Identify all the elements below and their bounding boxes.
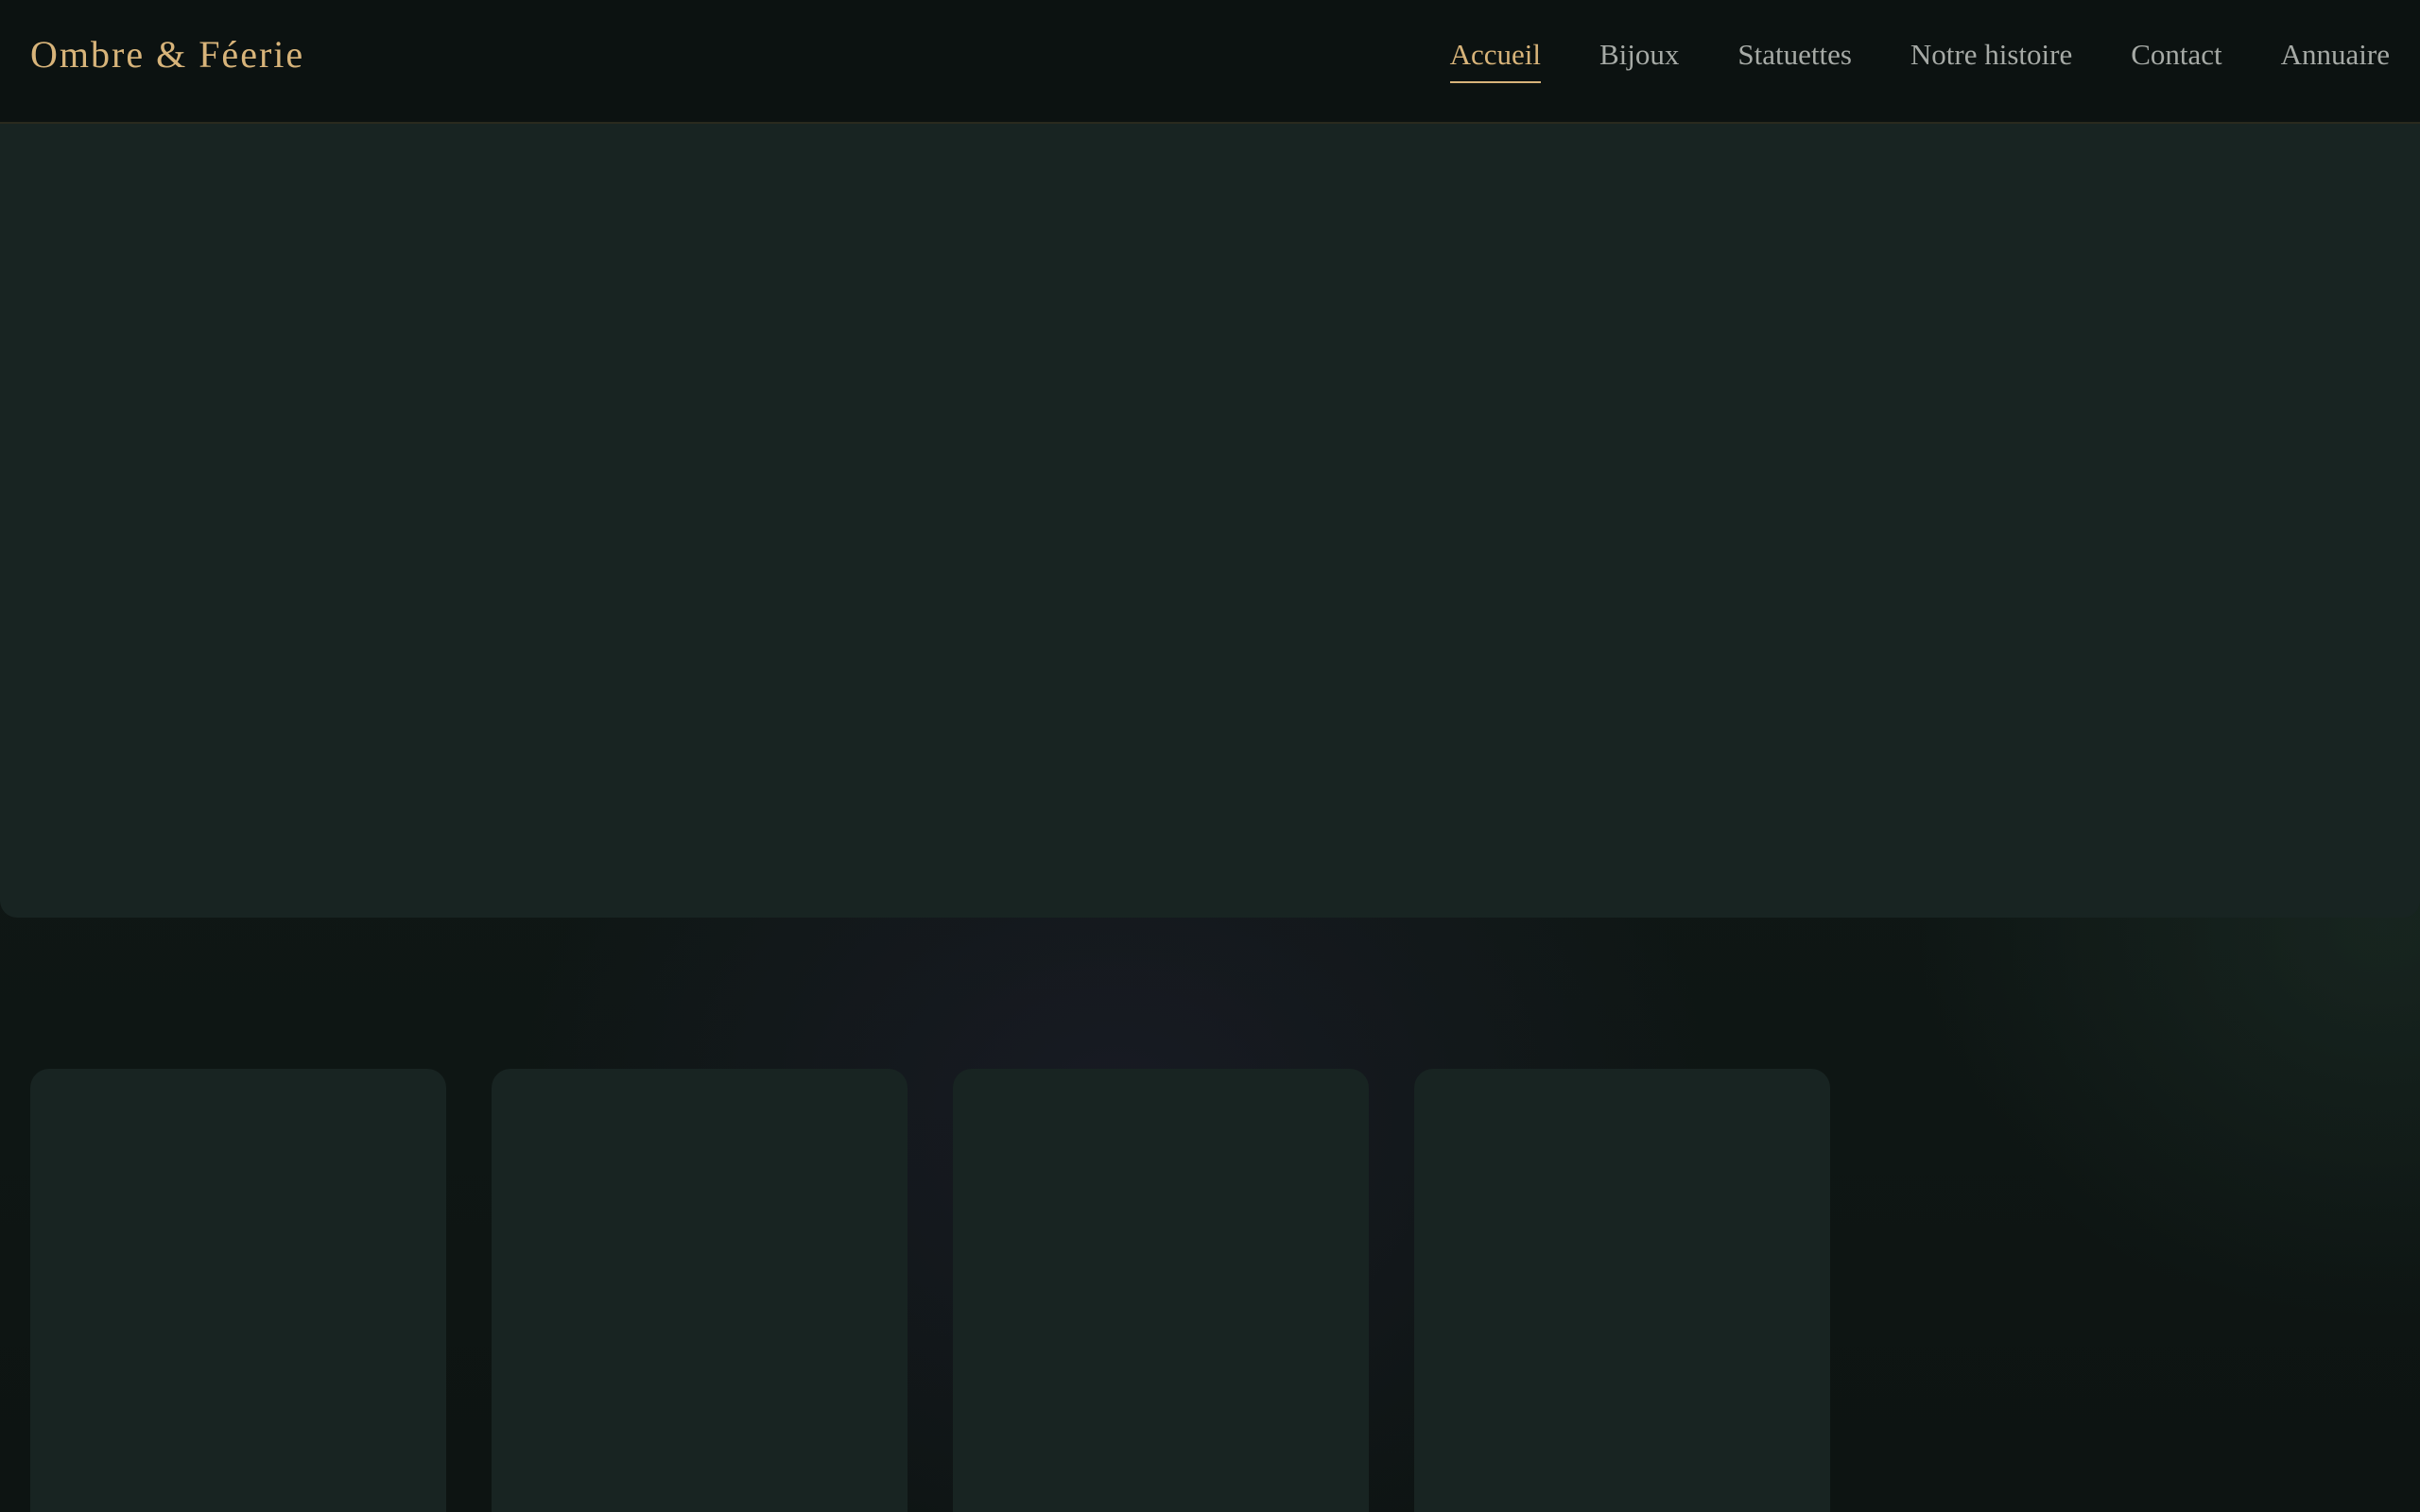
product-card-placeholder (30, 1069, 446, 1512)
product-card-placeholder (1414, 1069, 1830, 1512)
hero-placeholder (0, 124, 2420, 918)
site-header: Ombre & Féerie Accueil Bijoux Statuettes… (0, 0, 2420, 124)
main-nav: Accueil Bijoux Statuettes Notre histoire… (1449, 38, 2390, 83)
nav-item-notre-histoire[interactable]: Notre histoire (1910, 38, 2072, 83)
product-card-placeholder (953, 1069, 1369, 1512)
nav-item-accueil[interactable]: Accueil (1449, 38, 1541, 83)
product-card-placeholder (492, 1069, 908, 1512)
nav-item-contact[interactable]: Contact (2131, 38, 2221, 83)
nav-item-annuaire[interactable]: Annuaire (2281, 38, 2390, 83)
site-logo[interactable]: Ombre & Féerie (30, 32, 304, 77)
nav-item-statuettes[interactable]: Statuettes (1737, 38, 1852, 83)
nav-item-bijoux[interactable]: Bijoux (1599, 38, 1679, 83)
